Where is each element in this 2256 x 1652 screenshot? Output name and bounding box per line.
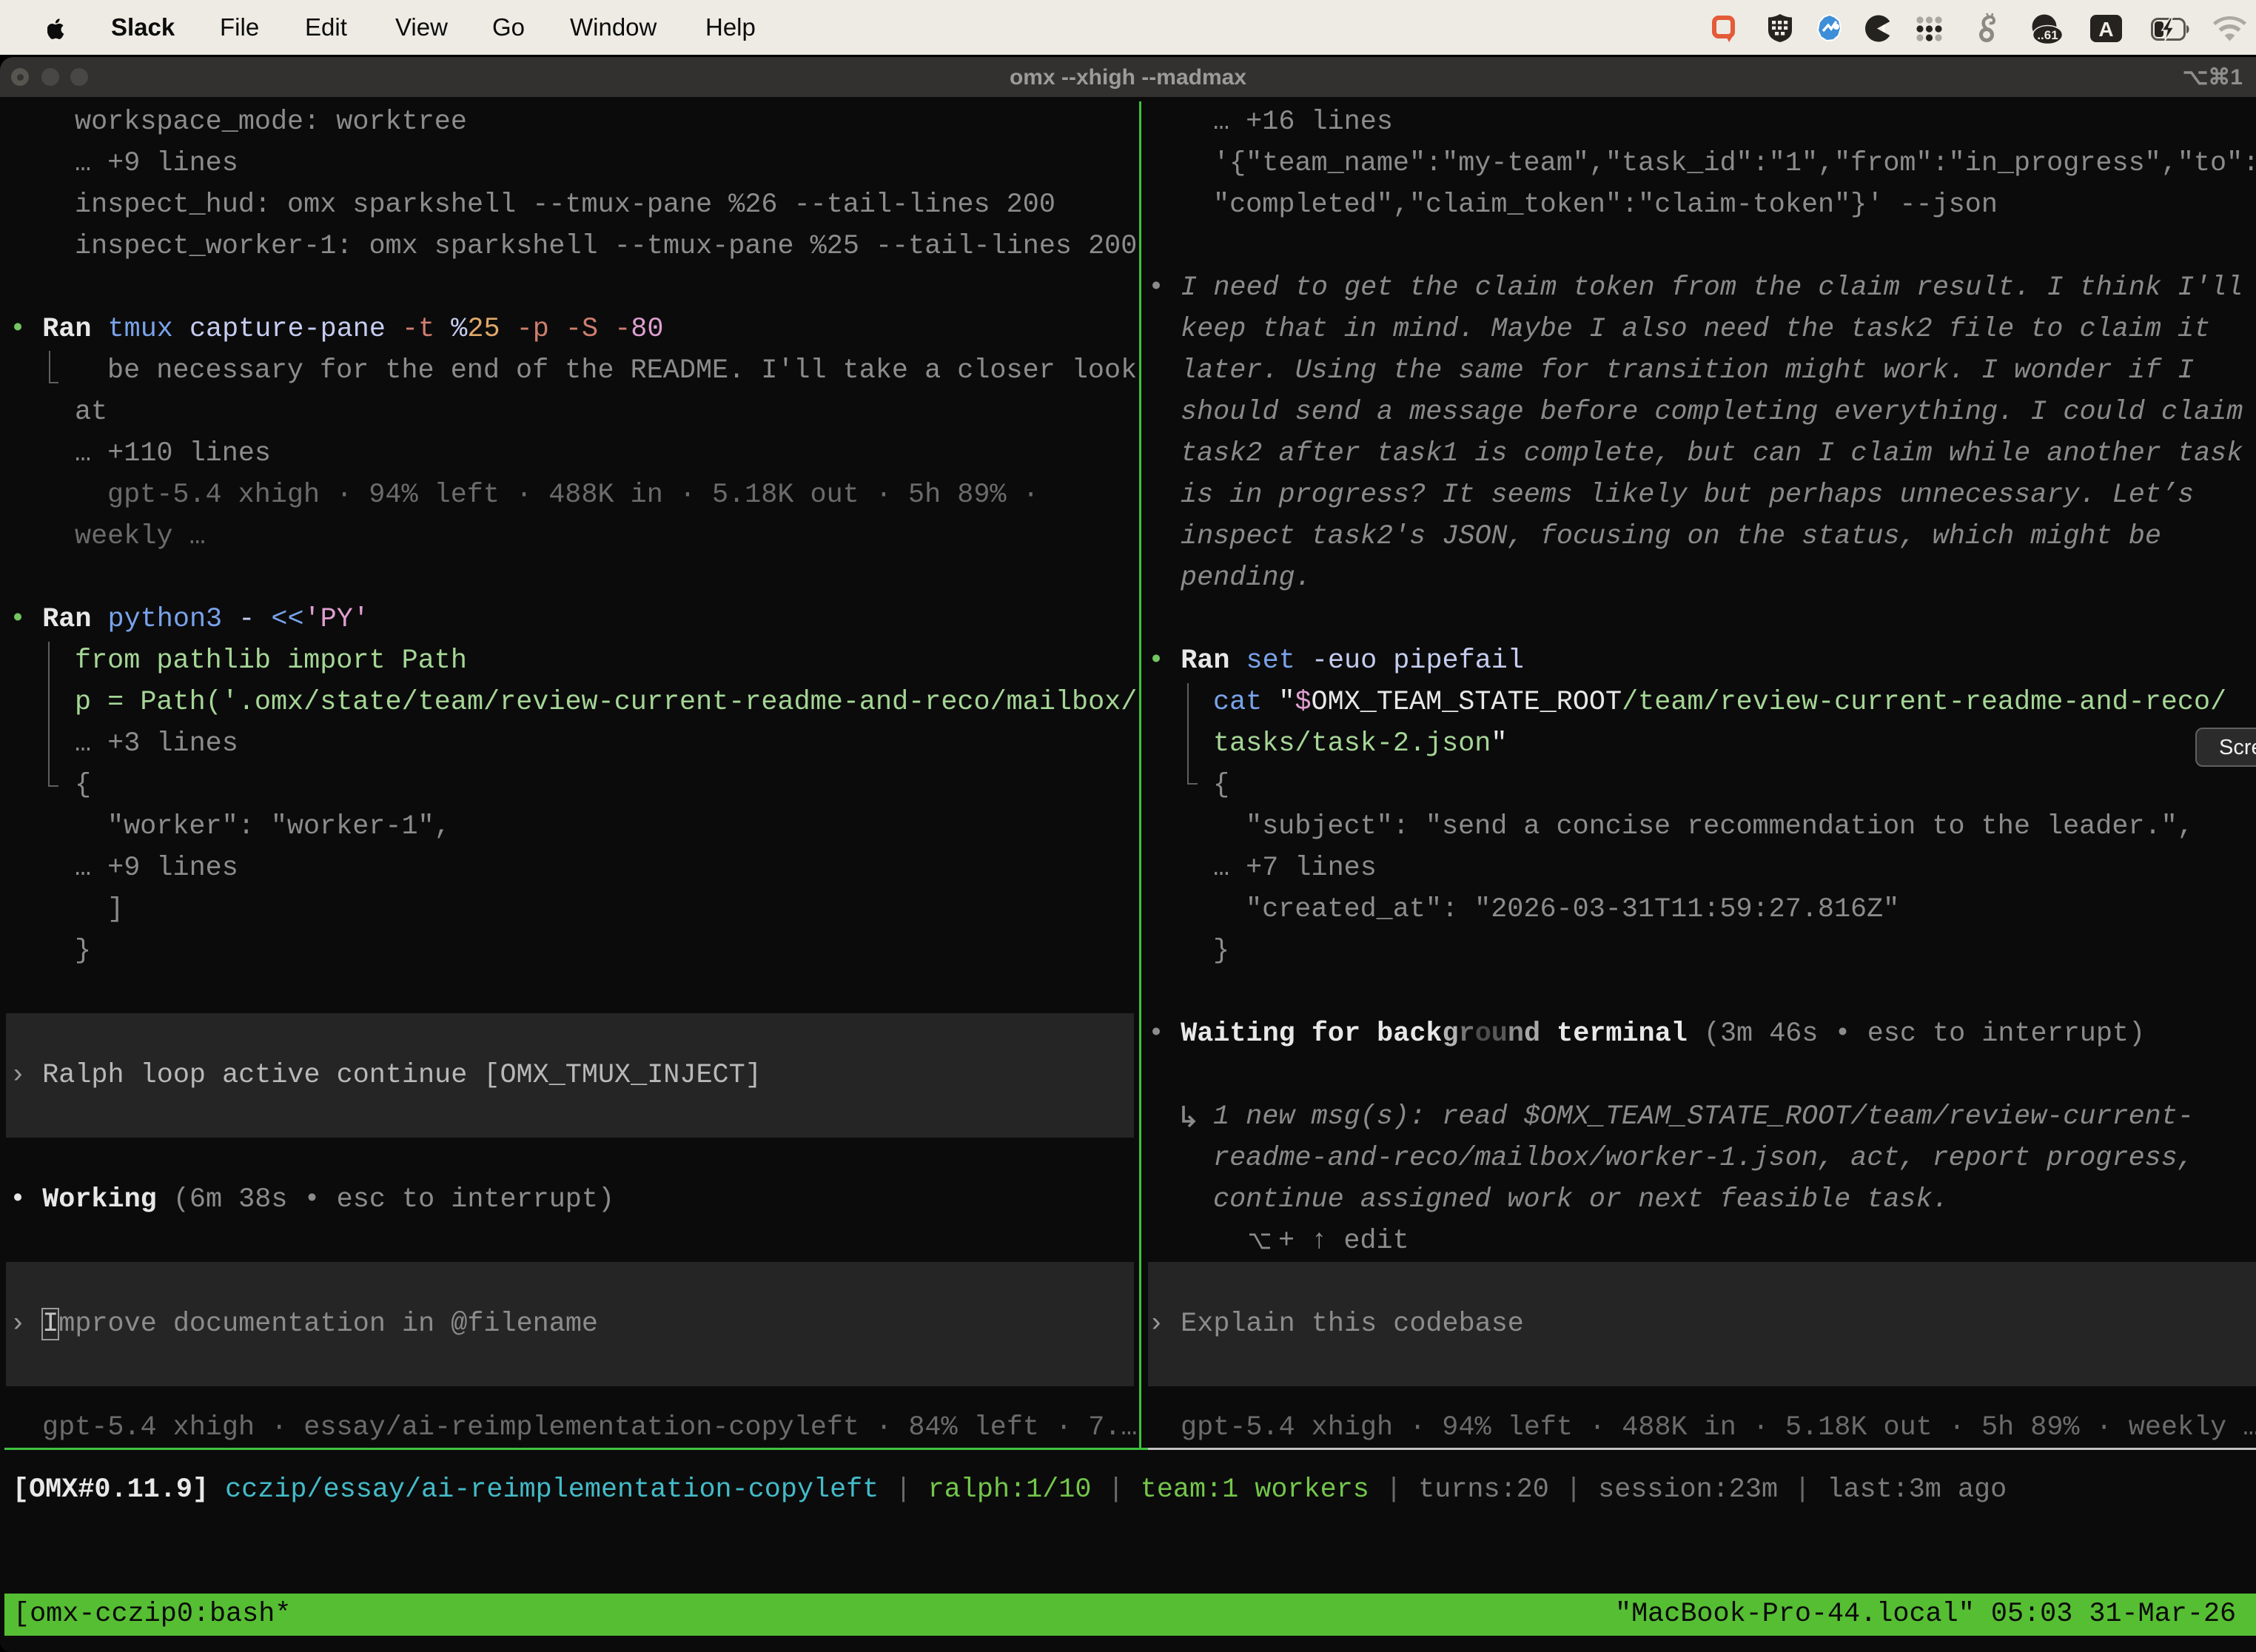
svg-text:A: A	[2098, 18, 2113, 41]
svg-text:..61: ..61	[2037, 28, 2058, 42]
